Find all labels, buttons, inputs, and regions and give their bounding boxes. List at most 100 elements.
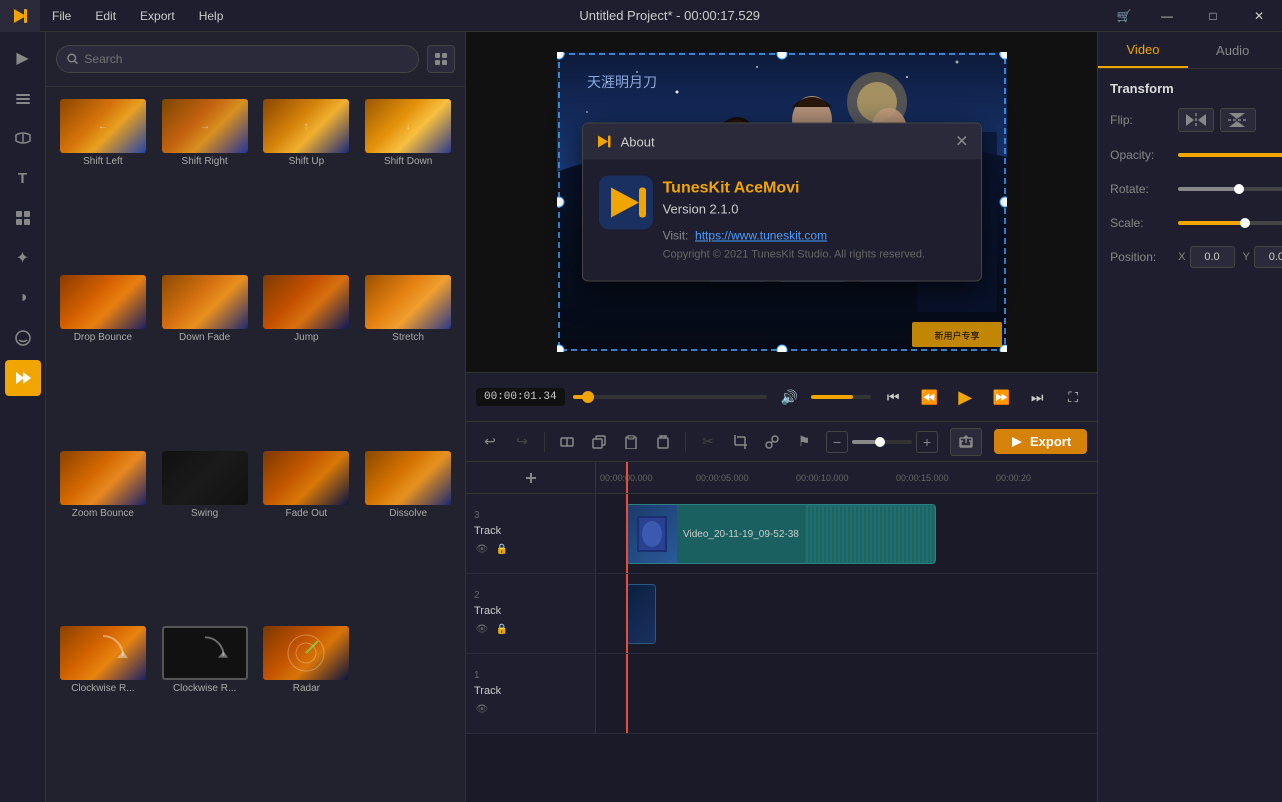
track-name-2: Track bbox=[474, 605, 501, 617]
cut-tool-button[interactable]: ✂ bbox=[694, 428, 722, 456]
undo-button[interactable]: ↩ bbox=[476, 428, 504, 456]
effect-clockwise-r1[interactable]: Clockwise R... bbox=[54, 622, 152, 794]
about-dialog: About ✕ TunesKit AceMovi Version 2.1.0 bbox=[582, 123, 982, 282]
track-row-1: 1 Track 👁 bbox=[466, 654, 1097, 734]
effect-swing[interactable]: Swing bbox=[156, 447, 254, 619]
track-lock-2[interactable]: 🔒 bbox=[494, 621, 510, 637]
effect-clockwise-r2[interactable]: Clockwise R... bbox=[156, 622, 254, 794]
track-content-1[interactable] bbox=[596, 654, 1097, 733]
tab-audio[interactable]: Audio bbox=[1188, 32, 1278, 68]
volume-bar[interactable] bbox=[811, 395, 871, 399]
volume-icon[interactable]: 🔊 bbox=[775, 383, 803, 411]
track-lock-3[interactable]: 🔒 bbox=[494, 541, 510, 557]
volume-fill bbox=[811, 395, 853, 399]
about-close-button[interactable]: ✕ bbox=[955, 132, 968, 152]
video-clip-2[interactable] bbox=[626, 584, 656, 644]
about-website-link[interactable]: https://www.tuneskit.com bbox=[695, 229, 827, 243]
effect-drop-bounce[interactable]: Drop Bounce bbox=[54, 271, 152, 443]
opacity-slider[interactable] bbox=[1178, 153, 1282, 157]
zoom-slider[interactable] bbox=[852, 440, 912, 444]
delete-button[interactable] bbox=[649, 428, 677, 456]
sidebar-icon-filter[interactable]: ◑ bbox=[5, 280, 41, 316]
scale-controls: 100.0% bbox=[1178, 212, 1282, 234]
sidebar-icon-audio[interactable] bbox=[5, 120, 41, 156]
rotate-slider-fill bbox=[1178, 187, 1236, 191]
menu-export[interactable]: Export bbox=[128, 0, 187, 32]
menu-help[interactable]: Help bbox=[187, 0, 236, 32]
track-number-3: 3 bbox=[474, 510, 480, 521]
sidebar-icon-effects[interactable]: ✦ bbox=[5, 240, 41, 276]
pos-x-input[interactable]: 0.0 bbox=[1190, 246, 1235, 268]
sidebar-icon-transition[interactable] bbox=[5, 360, 41, 396]
tab-color[interactable]: Color bbox=[1278, 32, 1282, 68]
effect-shift-up[interactable]: ↑ Shift Up bbox=[258, 95, 356, 267]
flip-vertical-button[interactable] bbox=[1220, 108, 1256, 132]
effect-fade-out[interactable]: Fade Out bbox=[258, 447, 356, 619]
fullscreen-button[interactable]: ⛶ bbox=[1059, 383, 1087, 411]
sidebar-icon-template[interactable] bbox=[5, 200, 41, 236]
prev-frame-button[interactable]: ⏪ bbox=[915, 383, 943, 411]
video-clip-main[interactable]: Video_20-11-19_09-52-38 bbox=[626, 504, 936, 564]
pos-y-input[interactable]: 0.0 bbox=[1254, 246, 1282, 268]
grid-toggle-button[interactable] bbox=[427, 45, 455, 73]
skip-end-button[interactable]: ⏭ bbox=[1023, 383, 1051, 411]
track-content-3[interactable]: Video_20-11-19_09-52-38 bbox=[596, 494, 1097, 573]
effect-zoom-bounce[interactable]: Zoom Bounce bbox=[54, 447, 152, 619]
marker-button[interactable]: ⚑ bbox=[790, 428, 818, 456]
maximize-button[interactable]: □ bbox=[1190, 0, 1236, 32]
copy-button[interactable] bbox=[585, 428, 613, 456]
menu-edit[interactable]: Edit bbox=[83, 0, 128, 32]
sidebar-icon-layers[interactable] bbox=[5, 80, 41, 116]
track-visibility-3[interactable]: 👁 bbox=[474, 541, 490, 557]
redo-button[interactable]: ↪ bbox=[508, 428, 536, 456]
effect-shift-right[interactable]: → Shift Right bbox=[156, 95, 254, 267]
next-frame-button[interactable]: ⏩ bbox=[987, 383, 1015, 411]
effect-dissolve[interactable]: Dissolve bbox=[359, 447, 457, 619]
zoom-out-button[interactable]: − bbox=[826, 431, 848, 453]
main-layout: ▶ T ✦ ◑ bbox=[0, 32, 1282, 802]
export-button[interactable]: Export bbox=[994, 429, 1087, 454]
scale-slider-thumb bbox=[1240, 218, 1250, 228]
effect-stretch[interactable]: Stretch bbox=[359, 271, 457, 443]
pos-x-group: X 0.0 bbox=[1178, 246, 1234, 268]
track-visibility-1[interactable]: 👁 bbox=[474, 701, 490, 717]
track-visibility-2[interactable]: 👁 bbox=[474, 621, 490, 637]
paste-button[interactable] bbox=[617, 428, 645, 456]
tab-video[interactable]: Video bbox=[1098, 32, 1188, 68]
effect-label: Clockwise R... bbox=[71, 683, 134, 695]
scale-slider[interactable] bbox=[1178, 221, 1282, 225]
opacity-row: Opacity: 100% bbox=[1110, 144, 1282, 166]
menu-file[interactable]: File bbox=[40, 0, 83, 32]
search-box[interactable] bbox=[56, 45, 419, 73]
effect-radar[interactable]: Radar bbox=[258, 622, 356, 794]
crop-button[interactable] bbox=[726, 428, 754, 456]
position-inputs: X 0.0 Y 0.0 bbox=[1178, 246, 1282, 268]
sidebar-icon-text[interactable]: T bbox=[5, 160, 41, 196]
playback-progress-bar[interactable] bbox=[573, 395, 768, 399]
sidebar-icon-sticker[interactable] bbox=[5, 320, 41, 356]
flip-horizontal-button[interactable] bbox=[1178, 108, 1214, 132]
detach-button[interactable] bbox=[758, 428, 786, 456]
skip-start-button[interactable]: ⏮ bbox=[879, 383, 907, 411]
close-button[interactable]: ✕ bbox=[1236, 0, 1282, 32]
zoom-in-button[interactable]: + bbox=[916, 431, 938, 453]
effect-shift-down[interactable]: ↓ Shift Down bbox=[359, 95, 457, 267]
scale-row: Scale: 100.0% bbox=[1110, 212, 1282, 234]
minimize-button[interactable]: — bbox=[1144, 0, 1190, 32]
timeline-corner[interactable] bbox=[466, 462, 596, 493]
track-content-2[interactable] bbox=[596, 574, 1097, 653]
effect-shift-left[interactable]: ← Shift Left bbox=[54, 95, 152, 267]
effect-label: Drop Bounce bbox=[74, 332, 132, 344]
sidebar-icon-media[interactable]: ▶ bbox=[5, 40, 41, 76]
play-button[interactable]: ▶ bbox=[951, 383, 979, 411]
split-button[interactable] bbox=[553, 428, 581, 456]
cart-icon[interactable]: 🛒 bbox=[1104, 0, 1144, 32]
search-input[interactable] bbox=[84, 52, 408, 66]
rotate-label: Rotate: bbox=[1110, 182, 1170, 196]
app-logo bbox=[0, 0, 40, 32]
effect-down-fade[interactable]: Down Fade bbox=[156, 271, 254, 443]
effect-jump[interactable]: Jump bbox=[258, 271, 356, 443]
share-button[interactable] bbox=[950, 428, 982, 456]
about-visit-row: Visit: https://www.tuneskit.com bbox=[663, 229, 961, 243]
rotate-slider[interactable] bbox=[1178, 187, 1282, 191]
